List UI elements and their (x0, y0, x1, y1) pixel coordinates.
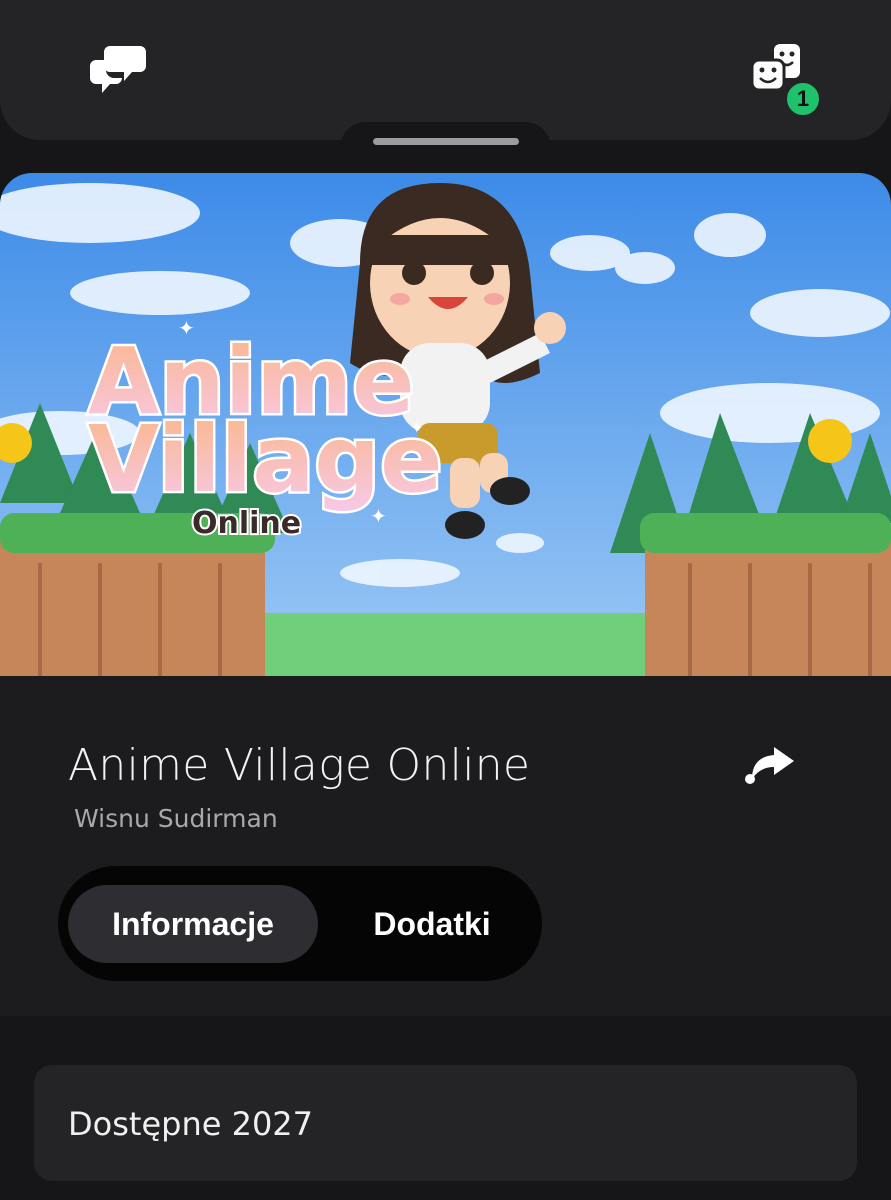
chat-button[interactable] (86, 40, 150, 96)
drawer-notch (340, 122, 551, 152)
game-title: Anime Village Online (68, 740, 531, 791)
publisher-name[interactable]: Wisnu Sudirman (74, 804, 278, 833)
game-logo: Anime Village Online ✦ ✦ ✦ (86, 316, 446, 543)
chat-bubbles-icon (90, 46, 146, 93)
tab-informacje[interactable]: Informacje (68, 885, 318, 963)
svg-text:Online: Online (192, 506, 301, 541)
share-arrow-icon (745, 747, 794, 784)
tab-switcher: Informacje Dodatki (58, 866, 542, 981)
game-hero-image: Anime Village Online ✦ ✦ ✦ (0, 173, 891, 676)
top-bar: 1 (0, 0, 891, 140)
party-count-badge: 1 (784, 80, 822, 118)
drag-handle[interactable] (373, 138, 519, 145)
availability-card: Dostępne 2027 (34, 1065, 857, 1181)
tab-dodatki[interactable]: Dodatki (324, 885, 540, 963)
party-button[interactable]: 1 (744, 40, 828, 118)
svg-text:✦: ✦ (178, 316, 195, 340)
share-button[interactable] (740, 740, 800, 790)
svg-text:✦: ✦ (370, 504, 387, 528)
svg-text:✦: ✦ (410, 418, 423, 437)
svg-text:Village: Village (88, 406, 443, 513)
availability-text: Dostępne 2027 (68, 1105, 314, 1143)
